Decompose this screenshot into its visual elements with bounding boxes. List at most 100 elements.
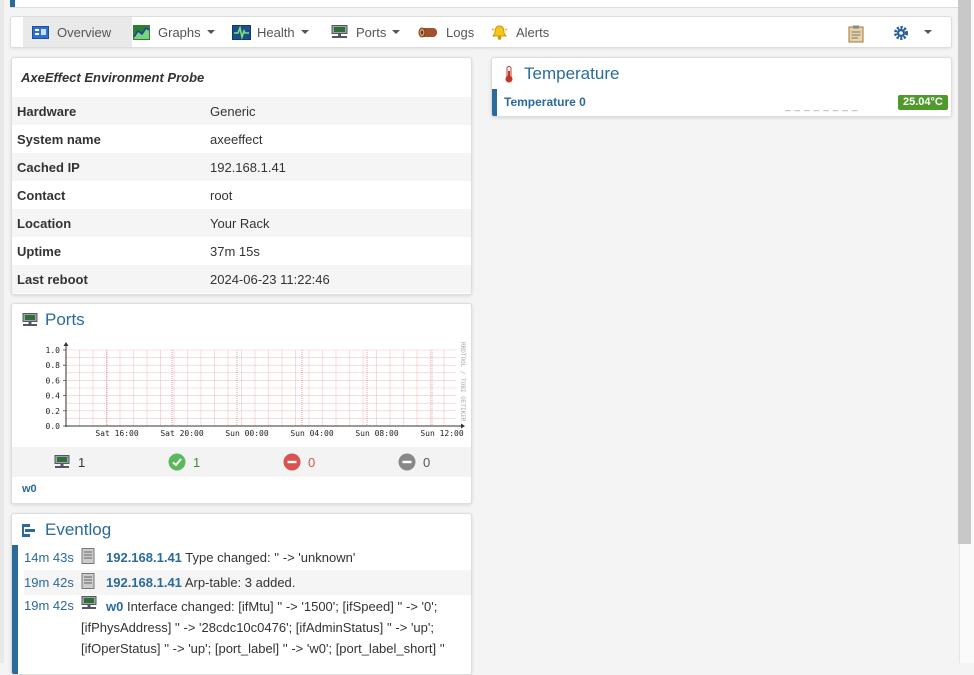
temperature-sensor-row[interactable]: Temperature 0 ________ 25.04°C xyxy=(492,89,951,116)
eventlog-message: Arp-table: 3 added. xyxy=(184,575,296,590)
tab-overview[interactable]: Overview xyxy=(23,17,132,47)
ethernet-port-icon xyxy=(22,312,38,328)
eventlog-host-link[interactable]: 192.168.1.41 xyxy=(106,575,182,590)
server-icon xyxy=(81,573,106,592)
server-icon xyxy=(81,548,106,567)
info-value: axeeffect xyxy=(210,131,263,147)
tab-alerts-label: Alerts xyxy=(516,24,550,40)
x-tick-label: Sun 00:00 xyxy=(225,429,269,438)
port-disabled-icon xyxy=(398,453,416,474)
info-row: Uptime 37m 15s xyxy=(12,237,471,265)
eventlog-line: w0 Interface changed: [ifMtu] '' -> '150… xyxy=(24,596,445,617)
ethernet-port-icon xyxy=(81,596,106,617)
ports-panel-title: Ports xyxy=(45,310,85,329)
thermometer-icon xyxy=(504,65,514,83)
scrollbar-thumb[interactable] xyxy=(958,0,971,544)
settings-menu[interactable] xyxy=(893,17,932,47)
eventlog-entry: 14m 43s 192.168.1.41 Type changed: '' ->… xyxy=(24,545,471,570)
notes-button[interactable] xyxy=(848,17,865,47)
temperature-panel: Temperature Temperature 0 ________ 25.04… xyxy=(491,57,952,117)
gear-icon xyxy=(893,25,910,40)
info-label: Location xyxy=(12,209,205,237)
eventlog-message-block: w0 Interface changed: [ifMtu] '' -> '150… xyxy=(24,596,445,674)
ethernet-port-icon xyxy=(331,24,348,40)
tab-overview-label: Overview xyxy=(57,24,112,40)
tab-logs-label: Logs xyxy=(446,24,475,40)
y-tick-label: 0.0 xyxy=(46,422,61,431)
port-up-icon xyxy=(168,453,186,474)
eventlog-accent-bar xyxy=(12,545,18,674)
info-row: Cached IP 192.168.1.41 xyxy=(12,153,471,181)
eventlog-port-link[interactable]: w0 xyxy=(106,596,123,617)
y-tick-label: 0.8 xyxy=(46,361,61,370)
eventlog-time: 19m 42s xyxy=(24,575,74,590)
ports-down-count: 0 xyxy=(308,455,316,470)
eventlog-message-line: [ifOperStatus] '' -> 'up'; [port_label] … xyxy=(81,641,445,656)
ethernet-port-icon xyxy=(54,455,70,473)
sensor-sparkline: ________ xyxy=(785,101,862,112)
info-label: Cached IP xyxy=(12,153,205,181)
ports-up-count: 1 xyxy=(193,455,201,470)
y-tick-label: 0.6 xyxy=(46,376,61,385)
tab-health[interactable]: Health xyxy=(232,17,309,47)
eventlog-entry: 19m 42s 192.168.1.41 Arp-table: 3 added. xyxy=(24,570,471,595)
tab-graphs[interactable]: Graphs xyxy=(133,17,215,47)
eventlog-message: Type changed: '' -> 'unknown' xyxy=(185,550,356,565)
ports-total-count: 1 xyxy=(78,455,86,470)
info-row: Contact root xyxy=(12,181,471,209)
overview-icon xyxy=(32,25,49,40)
y-tick-label: 1.0 xyxy=(46,346,61,355)
alert-bell-icon xyxy=(491,24,508,40)
eventlog-panel: Eventlog 14m 43s 192.168.1.41 Type chang… xyxy=(11,513,472,675)
info-row: Hardware Generic xyxy=(12,97,471,125)
info-value: Your Rack xyxy=(205,209,471,237)
device-info-table: Hardware Generic System name axeeffect Cac… xyxy=(12,97,471,293)
info-label: Hardware xyxy=(12,97,205,125)
chevron-down-icon xyxy=(300,30,309,34)
eventlog-message-line: [ifPhysAddress] '' -> '28cdc10c0476'; [i… xyxy=(81,620,434,635)
ports-panel-header[interactable]: Ports xyxy=(22,310,85,330)
ports-summary-bar: 1 1 0 0 xyxy=(12,447,471,477)
info-value: root xyxy=(210,187,233,203)
port-link-w0[interactable]: w0 xyxy=(22,483,37,495)
tab-ports[interactable]: Ports xyxy=(331,17,401,47)
info-value: 2024-06-23 11:22:46 xyxy=(205,265,471,293)
ports-traffic-graph[interactable]: 1.0 0.8 0.6 0.4 0.2 0.0 Sat 16:00 Sat 20:00 Sun … xyxy=(12,335,471,447)
temperature-panel-header[interactable]: Temperature xyxy=(504,64,619,84)
info-row: Last reboot 2024-06-23 11:22:46 xyxy=(12,265,471,293)
info-label: Uptime xyxy=(17,243,62,259)
eventlog-panel-title: Eventlog xyxy=(45,520,112,539)
info-row: Location Your Rack xyxy=(12,209,471,237)
tab-graphs-label: Graphs xyxy=(158,24,201,40)
sensor-value-badge: 25.04°C xyxy=(898,95,948,110)
eventlog-panel-header[interactable]: Eventlog xyxy=(22,520,111,540)
info-value: Generic xyxy=(205,97,471,125)
x-tick-label: Sun 12:00 xyxy=(420,429,464,438)
x-tick-label: Sun 08:00 xyxy=(355,429,399,438)
health-icon xyxy=(232,24,251,40)
left-edge xyxy=(0,0,4,663)
info-label: Last reboot xyxy=(12,265,205,293)
chevron-down-icon xyxy=(392,30,401,34)
info-label: System name xyxy=(17,131,101,147)
tab-alerts[interactable]: Alerts xyxy=(491,17,549,47)
eventlog-host-link[interactable]: 192.168.1.41 xyxy=(106,550,182,565)
eventlog-icon xyxy=(22,523,36,537)
top-strip-accent xyxy=(10,0,15,7)
tab-logs[interactable]: Logs xyxy=(418,17,474,47)
device-title: AxeEffect Environment Probe xyxy=(21,70,205,85)
info-value: 37m 15s xyxy=(210,243,260,259)
ports-disabled-count: 0 xyxy=(423,455,431,470)
overview-panel: AxeEffect Environment Probe Hardware Gene… xyxy=(11,57,472,295)
port-down-icon xyxy=(283,453,301,474)
y-tick-label: 0.2 xyxy=(46,407,61,416)
x-axis-arrow xyxy=(461,423,465,429)
temperature-panel-title: Temperature xyxy=(524,64,620,83)
x-tick-label: Sat 20:00 xyxy=(160,429,204,438)
tab-health-label: Health xyxy=(257,24,295,40)
info-row: System name axeeffect xyxy=(12,125,471,153)
eventlog-time: 14m 43s xyxy=(24,550,74,565)
graphs-icon xyxy=(133,24,150,40)
top-strip xyxy=(10,0,959,8)
x-tick-label: Sun 04:00 xyxy=(290,429,334,438)
